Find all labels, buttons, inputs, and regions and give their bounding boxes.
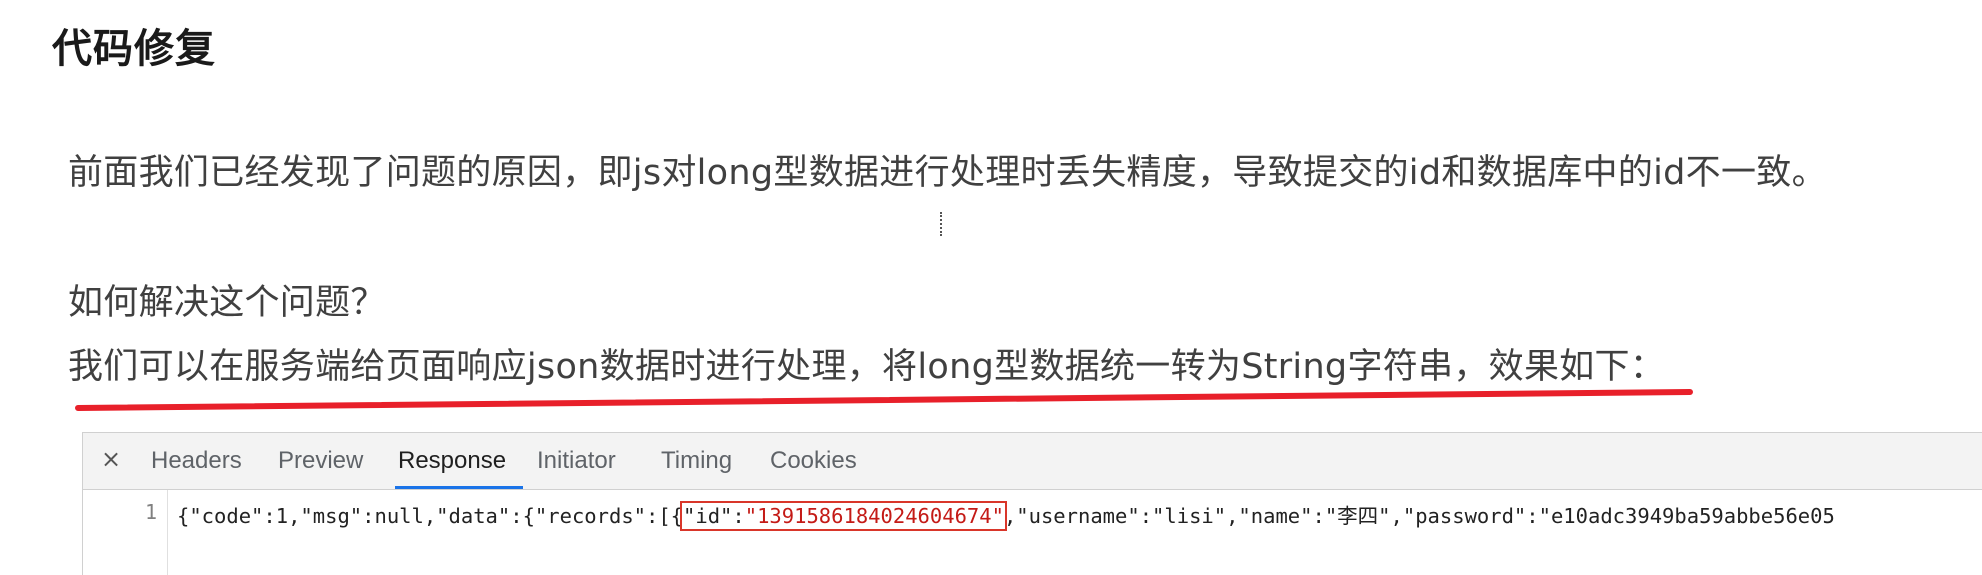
tab-timing[interactable]: Timing: [661, 447, 732, 475]
json-colon: :: [732, 504, 745, 528]
tab-headers[interactable]: Headers: [151, 447, 242, 475]
line-number-gutter: 1: [83, 490, 168, 575]
line-number: 1: [144, 500, 157, 524]
paragraph-question: 如何解决这个问题？: [68, 283, 386, 323]
tab-initiator[interactable]: Initiator: [537, 447, 616, 475]
tab-cookies[interactable]: Cookies: [770, 447, 857, 475]
active-tab-indicator: [395, 486, 523, 489]
paragraph-problem-cause: 前面我们已经发现了问题的原因，即js对long型数据进行处理时丢失精度，导致提交…: [68, 153, 1827, 193]
text-cursor-mark: [940, 212, 945, 236]
devtools-network-panel: × Headers Preview Response Initiator Tim…: [82, 432, 1982, 575]
red-underline-annotation: [75, 389, 1693, 411]
page-title: 代码修复: [52, 26, 216, 72]
devtools-tabbar: × Headers Preview Response Initiator Tim…: [83, 433, 1982, 490]
highlighted-id-field: "id":"1391586184024604674": [680, 501, 1007, 531]
json-suffix: ,"username":"lisi","name":"李四","password…: [1003, 504, 1835, 528]
json-id-value: "1391586184024604674": [744, 504, 1004, 528]
json-prefix: {"code":1,"msg":null,"data":{"records":[…: [177, 504, 684, 528]
close-icon[interactable]: ×: [101, 445, 121, 473]
response-body-line[interactable]: {"code":1,"msg":null,"data":{"records":[…: [177, 499, 1835, 531]
tab-preview[interactable]: Preview: [278, 447, 363, 475]
json-id-key: "id": [683, 504, 733, 528]
tab-response[interactable]: Response: [398, 447, 506, 475]
